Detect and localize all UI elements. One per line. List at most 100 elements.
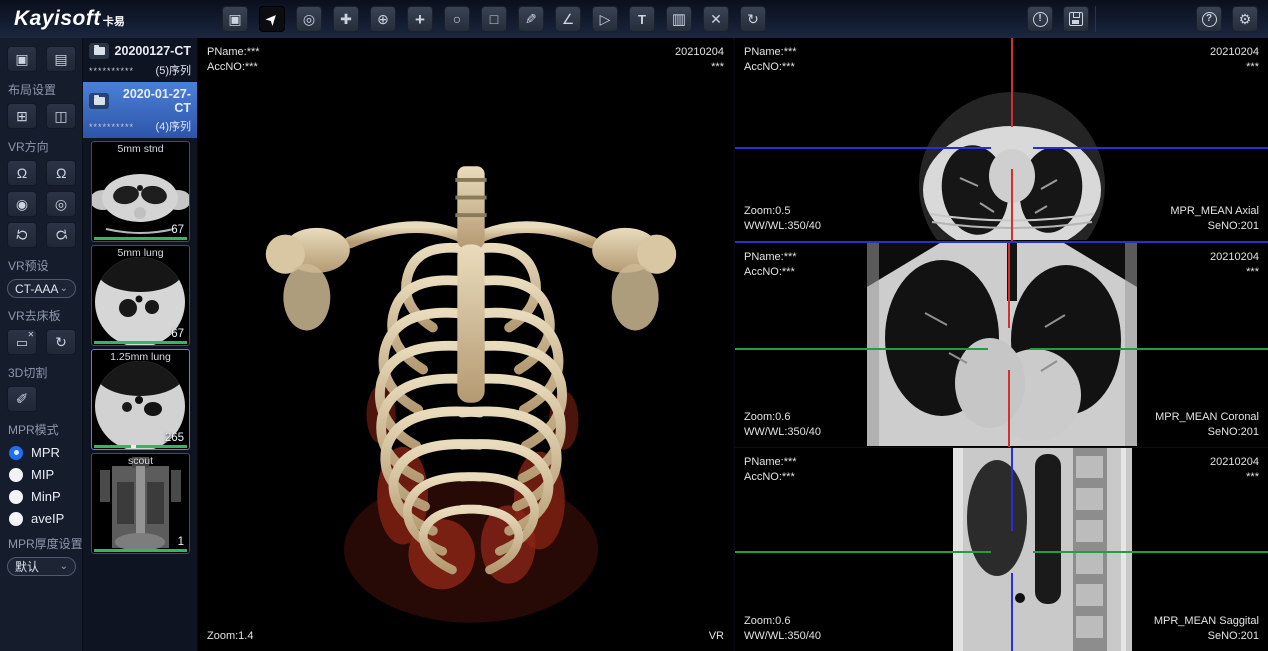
brand-name: Kayisoft [14,7,101,30]
rotate-3d-tool[interactable]: ◎ [296,6,322,32]
vr-head-back-tool[interactable]: ◎ [46,191,76,217]
angle-measure-tool[interactable]: ∠ [555,6,581,32]
progress-tick [131,445,136,448]
render-mode: MPR_MEAN Axial [1170,204,1259,219]
text-annotate-tool[interactable]: T [629,6,655,32]
mpr-coronal-viewport[interactable]: PName:*** AccNO:*** 20210204 *** Zoom:0.… [735,243,1268,447]
vr-head-front-tool[interactable]: ◉ [7,191,37,217]
settings-button[interactable]: ⚙ [1232,6,1258,32]
vr-overlay-top-left: PName:*** AccNO:*** [207,45,260,75]
report-preview-tool[interactable]: ▣ [7,46,37,72]
vr-preset-dropdown[interactable]: CT-AAA ⌄ [7,279,76,298]
delete-annotation-tool[interactable]: ✕ [703,6,729,32]
pan-tool[interactable]: ✚ [333,6,359,32]
ellipse-roi-tool[interactable]: ○ [444,6,470,32]
layout-2d-icon: ▣ [228,12,241,26]
crosshair-h-segment[interactable] [735,147,991,149]
layout-1-2-tool[interactable]: ◫ [46,103,76,129]
crosshair-h-segment[interactable] [1033,147,1268,149]
crosshair-h-segment[interactable] [735,348,988,350]
mpr-mode-option-mip[interactable]: MIP [9,467,75,482]
scalpel-tool[interactable]: ✐ [7,386,37,412]
mpr-mode-option-mpr[interactable]: MPR [9,445,75,460]
report-edit-tool[interactable]: ▤ [46,46,76,72]
rect-roi-tool[interactable]: □ [481,6,507,32]
mpr-mode-label: MPR模式 [8,421,75,438]
mpr-overlay-bottom-right: MPR_MEAN Coronal SeNO:201 [1155,410,1259,440]
crosshair-h-segment[interactable] [1033,551,1268,553]
arrow-annotate-tool[interactable]: ▷ [592,6,618,32]
report-preview-icon: ▣ [15,52,28,66]
angle-measure-icon: ∠ [562,12,575,26]
render-mode: VR [709,629,724,644]
thumbnail-progress-bar [94,237,187,240]
layout-section-label: 布局设置 [8,81,75,98]
help-button[interactable]: ? [1196,6,1222,32]
patient-name: PName:*** [744,455,797,470]
thumbnail-label: 1.25mm lung [92,351,189,363]
crosshair-v-segment[interactable] [1008,370,1010,446]
info-button[interactable]: ! [1027,6,1053,32]
vr-head-top-tool[interactable]: Ω [7,222,37,248]
vr-viewport[interactable]: PName:*** AccNO:*** 20210204 *** Zoom:1.… [198,38,733,651]
thumbnail-scout[interactable]: scout 1 [91,453,190,554]
folder-open-icon [94,97,105,105]
folder-button[interactable] [89,43,109,59]
mpr-overlay-top-right: 20210204 *** [1210,455,1259,485]
layout-2d-tool[interactable]: ▣ [222,6,248,32]
pencil-measure-icon: ✎ [525,12,537,26]
save-button[interactable] [1063,6,1089,32]
series-number: SeNO:201 [1170,219,1259,234]
cursor-icon: ➤ [262,9,282,28]
radio-icon[interactable] [9,468,23,482]
thumbnail-progress-bar [94,549,187,552]
zoom-in-tool[interactable]: ⊕ [370,6,396,32]
crosshair-v-segment[interactable] [1011,448,1013,531]
vr-head-right-icon: Ω [56,166,66,180]
thumbnail-list: 5mm stnd 67 5mm lung 67 [83,138,197,560]
mpr-column: PName:*** AccNO:*** 20210204 *** Zoom:0.… [733,38,1268,651]
crosshair-v-segment[interactable] [1008,243,1010,328]
thumbnail-label: scout [92,455,189,467]
text-annotate-icon: T [638,13,646,26]
mpr-sagittal-viewport[interactable]: PName:*** AccNO:*** 20210204 *** Zoom:0.… [735,448,1268,651]
radio-icon[interactable] [9,512,23,526]
crosshair-v-segment[interactable] [1011,38,1013,127]
study-patient-masked: ********** [89,66,134,76]
radio-icon[interactable] [9,490,23,504]
mpr-axial-viewport[interactable]: PName:*** AccNO:*** 20210204 *** Zoom:0.… [735,38,1268,243]
crosshair-h-segment[interactable] [735,551,991,553]
vr-head-right-tool[interactable]: Ω [46,160,76,186]
thumbnail-5mm-stnd[interactable]: 5mm stnd 67 [91,141,190,242]
vr-head-left-tool[interactable]: Ω [7,160,37,186]
info-icon: ! [1033,12,1048,27]
folder-open-button[interactable] [89,93,109,109]
reset-view-tool[interactable]: ↻ [740,6,766,32]
zoom-in-icon: ⊕ [377,12,389,26]
accession-number: AccNO:*** [744,265,797,280]
crosshair-v-segment[interactable] [1011,573,1013,651]
accession-number: AccNO:*** [744,470,797,485]
thumbnail-1-25mm-lung[interactable]: 1.25mm lung 265 [91,349,190,450]
study-date: 20210204 [675,45,724,60]
crosshair-tool[interactable]: + [407,6,433,32]
thumbnail-5mm-lung[interactable]: 5mm lung 67 [91,245,190,346]
mpr-thickness-value: 默认 [15,558,39,575]
mpr-overlay-top-left: PName:*** AccNO:*** [744,455,797,485]
crosshair-h-segment[interactable] [1030,348,1268,350]
remove-bed-tool[interactable]: ▭ [7,329,37,355]
cursor-tool[interactable]: ➤ [259,6,285,32]
study-item-1[interactable]: 20200127-CT ********** (5)序列 [83,38,197,82]
study-item-2[interactable]: 2020-01-27-CT ********** (4)序列 [83,82,197,138]
mpr-mode-option-minp[interactable]: MinP [9,489,75,504]
window-level-tool[interactable]: ▥ [666,6,692,32]
radio-icon[interactable] [9,446,23,460]
pencil-measure-tool[interactable]: ✎ [518,6,544,32]
vr-head-bottom-tool[interactable]: Ω [46,222,76,248]
reset-tool[interactable]: ↻ [46,329,76,355]
layout-grid-2x2-tool[interactable]: ⊞ [7,103,37,129]
mpr-thickness-dropdown[interactable]: 默认 ⌄ [7,557,76,576]
vr-preset-value: CT-AAA [15,282,58,296]
mpr-mode-option-aveip[interactable]: aveIP [9,511,75,526]
crosshair-v-segment[interactable] [1011,169,1013,241]
